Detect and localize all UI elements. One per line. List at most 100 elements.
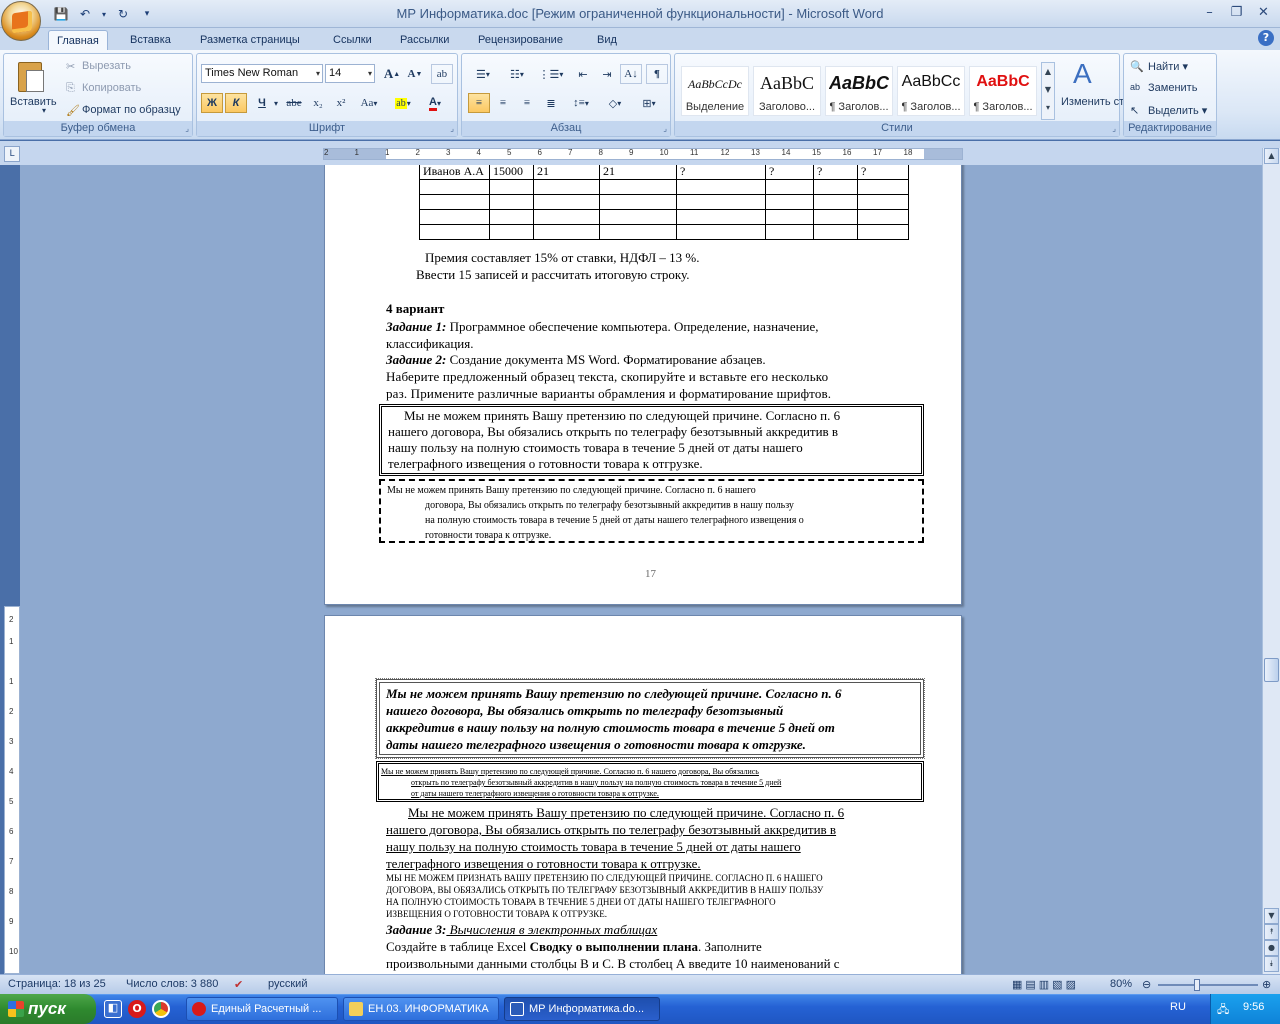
opera-icon[interactable]: O bbox=[128, 1000, 146, 1018]
justify-icon[interactable]: ≣ bbox=[540, 93, 562, 113]
highlight-icon[interactable]: ab ▾ bbox=[389, 93, 417, 113]
dialog-launcher-icon[interactable]: ⌟ bbox=[450, 124, 454, 133]
shading-icon[interactable]: ◇ ▾ bbox=[600, 93, 630, 113]
align-left-icon[interactable]: ≡ bbox=[468, 93, 490, 113]
shrink-font-icon[interactable]: A ▼ bbox=[404, 64, 426, 84]
grow-font-icon[interactable]: A ▲ bbox=[381, 64, 403, 84]
tab-references[interactable]: Ссылки bbox=[325, 30, 380, 50]
dialog-launcher-icon[interactable]: ⌟ bbox=[185, 124, 189, 133]
bold-button[interactable]: Ж bbox=[201, 93, 223, 113]
task-word[interactable]: МР Информатика.do... bbox=[504, 997, 660, 1021]
style-heading-1[interactable]: AaBbC Заголово... bbox=[753, 66, 821, 116]
scroll-down-icon[interactable]: ▼ bbox=[1264, 908, 1279, 924]
page-indicator[interactable]: Страница: 18 из 25 bbox=[8, 978, 106, 990]
view-buttons[interactable]: ▦▤▥▧▨ bbox=[1012, 978, 1079, 991]
show-marks-icon[interactable]: ¶ bbox=[646, 64, 668, 84]
tab-mailings[interactable]: Рассылки bbox=[392, 30, 457, 50]
redo-icon[interactable]: ↻ bbox=[114, 5, 132, 23]
vertical-ruler[interactable]: 21 12 34 56 78 9 10 bbox=[4, 606, 20, 974]
style-heading-2[interactable]: AaBbC ¶ Заголов... bbox=[825, 66, 893, 116]
dialog-launcher-icon[interactable]: ⌟ bbox=[663, 124, 667, 133]
browse-object-icon[interactable]: ● bbox=[1264, 940, 1279, 956]
borders-icon[interactable]: ⊞ ▾ bbox=[634, 93, 664, 113]
tab-insert[interactable]: Вставка bbox=[122, 30, 179, 50]
language-indicator[interactable]: русский bbox=[268, 978, 307, 990]
clear-format-icon[interactable]: ab bbox=[431, 64, 453, 84]
zoom-slider-thumb[interactable] bbox=[1194, 979, 1200, 991]
horizontal-ruler[interactable]: 2 1 1 2 3 4 5 6 7 8 9 10 11 12 13 14 15 16 17 18 bbox=[323, 148, 963, 160]
vertical-scrollbar[interactable]: ▲ ▼ ⯭ ● ⯯ bbox=[1262, 148, 1280, 974]
find-button[interactable]: Найти ▾ bbox=[1148, 60, 1188, 73]
italic-button[interactable]: К bbox=[225, 93, 247, 113]
decrease-indent-icon[interactable]: ⇤ bbox=[572, 64, 594, 84]
tab-review[interactable]: Рецензирование bbox=[470, 30, 571, 50]
strikethrough-button[interactable]: abe bbox=[283, 93, 305, 113]
close-icon[interactable]: ✕ bbox=[1251, 3, 1276, 22]
style-emphasis[interactable]: AaBbCcDc Выделение bbox=[681, 66, 749, 116]
restore-icon[interactable]: ❐ bbox=[1224, 3, 1249, 22]
style-heading-4[interactable]: AaBbC ¶ Заголов... bbox=[969, 66, 1037, 116]
line-spacing-icon[interactable]: ↕≡ ▾ bbox=[566, 93, 596, 113]
premium-text: Премия составляет 15% от ставки, НДФЛ – … bbox=[425, 250, 700, 265]
tab-selector-icon[interactable]: L bbox=[4, 146, 20, 162]
paste-icon[interactable] bbox=[14, 58, 48, 96]
change-styles-icon[interactable]: A bbox=[1073, 58, 1092, 90]
document-area[interactable]: Иванов А.А 15000 21 21???? Премия составляе… bbox=[20, 165, 1262, 974]
keyboard-language[interactable]: RU bbox=[1170, 1001, 1186, 1013]
zoom-in-icon[interactable]: ⊕ bbox=[1262, 978, 1271, 991]
dialog-launcher-icon[interactable]: ⌟ bbox=[1112, 124, 1116, 133]
page-number: 17 bbox=[645, 568, 656, 580]
copy-button[interactable]: Копировать bbox=[82, 82, 141, 94]
select-button[interactable]: Выделить ▾ bbox=[1148, 104, 1207, 117]
start-button[interactable]: пуск bbox=[0, 994, 96, 1024]
scroll-up-icon[interactable]: ▲ bbox=[1264, 148, 1279, 164]
zoom-level[interactable]: 80% bbox=[1110, 978, 1132, 990]
prev-page-icon[interactable]: ⯭ bbox=[1264, 924, 1279, 940]
bullets-icon[interactable]: ☰ ▾ bbox=[468, 64, 498, 84]
increase-indent-icon[interactable]: ⇥ bbox=[596, 64, 618, 84]
align-right-icon[interactable]: ≡ bbox=[516, 93, 538, 113]
styles-scroll[interactable]: ▲ ▼ ▾ bbox=[1041, 62, 1055, 120]
office-button[interactable] bbox=[1, 1, 41, 41]
chrome-icon[interactable] bbox=[152, 1000, 170, 1018]
show-desktop-icon[interactable]: ◧ bbox=[104, 1000, 122, 1018]
tab-view[interactable]: Вид bbox=[589, 30, 625, 50]
clock[interactable]: 9:56 bbox=[1243, 1001, 1264, 1013]
font-name-select[interactable]: Times New Roman ▾ bbox=[201, 64, 323, 83]
minimize-icon[interactable]: – bbox=[1197, 3, 1222, 22]
multilevel-list-icon[interactable]: ⋮☰ ▾ bbox=[536, 64, 566, 84]
change-case-button[interactable]: Aa ▾ bbox=[355, 93, 383, 113]
subscript-button[interactable]: x₂ bbox=[307, 93, 329, 113]
zoom-slider[interactable] bbox=[1158, 984, 1258, 986]
font-size-select[interactable]: 14 ▾ bbox=[325, 64, 375, 83]
scroll-thumb[interactable] bbox=[1264, 658, 1279, 682]
task-folder[interactable]: ЕН.03. ИНФОРМАТИКА bbox=[343, 997, 499, 1021]
page-18[interactable]: Мы не можем принять Вашу претензию по сл… bbox=[324, 615, 962, 974]
save-icon[interactable]: 💾 bbox=[52, 5, 70, 23]
qat-customize-icon[interactable]: ▾ bbox=[138, 5, 156, 23]
network-icon[interactable]: 🖧 bbox=[1217, 1001, 1229, 1020]
tab-home[interactable]: Главная bbox=[48, 30, 108, 50]
task-browser[interactable]: Единый Расчетный ... bbox=[186, 997, 338, 1021]
word-count[interactable]: Число слов: 3 880 bbox=[126, 978, 218, 990]
style-heading-3[interactable]: AaBbCc ¶ Заголов... bbox=[897, 66, 965, 116]
ribbon: Вставить ▾ ✂ Вырезать ⎘ Копировать 🖌 Фор… bbox=[0, 50, 1280, 140]
replace-button[interactable]: Заменить bbox=[1148, 82, 1197, 94]
page-17[interactable]: Иванов А.А 15000 21 21???? Премия составляе… bbox=[324, 165, 962, 605]
undo-dropdown-icon[interactable]: ▾ bbox=[100, 5, 108, 23]
align-center-icon[interactable]: ≡ bbox=[492, 93, 514, 113]
tab-page-layout[interactable]: Разметка страницы bbox=[192, 30, 308, 50]
spelling-icon[interactable]: ✔ bbox=[234, 978, 243, 991]
cut-button[interactable]: Вырезать bbox=[82, 60, 131, 72]
format-painter-button[interactable]: Формат по образцу bbox=[82, 104, 181, 116]
undo-icon[interactable]: ↶ bbox=[76, 5, 94, 23]
zoom-out-icon[interactable]: ⊖ bbox=[1142, 978, 1151, 991]
next-page-icon[interactable]: ⯯ bbox=[1264, 956, 1279, 972]
font-color-icon[interactable]: A ▾ bbox=[421, 93, 449, 113]
sort-icon[interactable]: A↓ bbox=[620, 64, 642, 84]
paste-button[interactable]: Вставить bbox=[10, 96, 57, 108]
superscript-button[interactable]: x² bbox=[330, 93, 352, 113]
numbering-icon[interactable]: ☷ ▾ bbox=[502, 64, 532, 84]
help-icon[interactable]: ? bbox=[1258, 30, 1274, 46]
copy-icon: ⎘ bbox=[66, 82, 75, 94]
